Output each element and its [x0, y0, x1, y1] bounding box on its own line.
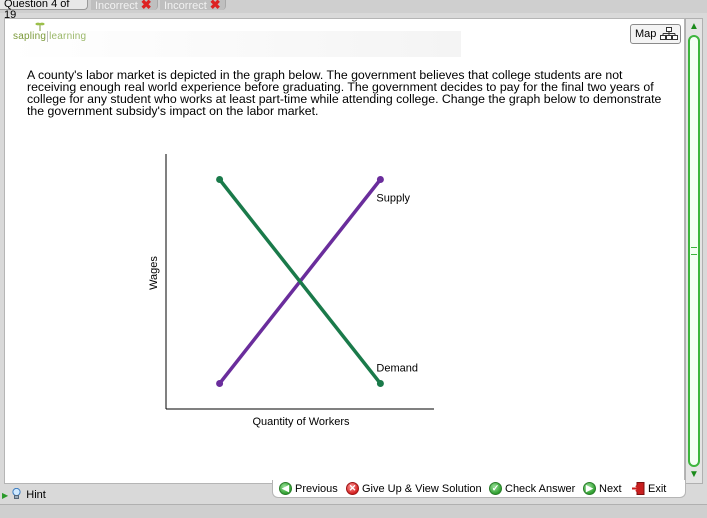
next-button[interactable]: ▶ Next [583, 482, 622, 496]
previous-icon: ◀ [279, 482, 292, 495]
map-button-label: Map [635, 28, 657, 40]
bottom-strip [0, 504, 707, 518]
logo-text-part1: sapling [13, 31, 47, 42]
tab-incorrect-1[interactable]: Incorrect ✖ [91, 0, 158, 12]
scroll-thumb[interactable] [688, 35, 700, 467]
give-up-icon: ✕ [346, 482, 359, 495]
tab-label: Incorrect [164, 0, 207, 12]
incorrect-x-icon: ✖ [209, 0, 221, 12]
supply-endpoint-1[interactable] [216, 380, 224, 387]
exit-door-icon [632, 482, 645, 495]
demand-label: Demand [376, 363, 418, 375]
tab-incorrect-2[interactable]: Incorrect ✖ [160, 0, 226, 12]
exit-label: Exit [648, 483, 667, 495]
previous-button[interactable]: ◀ Previous [279, 482, 338, 496]
incorrect-x-icon: ✖ [140, 0, 152, 12]
vertical-scrollbar[interactable]: ▲ ▼ [685, 18, 703, 484]
next-label: Next [599, 483, 622, 495]
checkmark-icon: ✓ [489, 482, 502, 495]
series-layer: Supply Demand [216, 176, 418, 387]
scroll-up-arrow-icon[interactable]: ▲ [686, 20, 702, 34]
question-text: A county's labor market is depicted in t… [27, 68, 662, 118]
check-answer-label: Check Answer [505, 483, 576, 495]
sitemap-icon [660, 27, 678, 40]
map-button[interactable]: Map [630, 24, 681, 44]
question-tab-bar: Question 4 of 19 Incorrect ✖ Incorrect ✖ [0, 0, 707, 21]
sprout-icon [35, 22, 45, 31]
y-axis-label: Wages [148, 256, 160, 290]
question-panel: sapling learning Map A county's labor mar… [4, 18, 685, 484]
x-axis-label: Quantity of Workers [253, 416, 350, 428]
exit-button[interactable]: Exit [631, 482, 666, 496]
previous-label: Previous [295, 483, 338, 495]
grip-icon [691, 247, 697, 255]
demand-endpoint-2[interactable] [376, 380, 384, 387]
give-up-button[interactable]: ✕ Give Up & View Solution [346, 482, 482, 496]
logo-text-part2: learning [49, 31, 87, 42]
sapling-learning-logo: sapling learning [13, 22, 87, 42]
scroll-down-arrow-icon[interactable]: ▼ [686, 468, 702, 482]
lightbulb-icon [12, 488, 21, 499]
action-toolbar: ◀ Previous ✕ Give Up & View Solution ✓ Chec… [272, 480, 686, 498]
give-up-label: Give Up & View Solution [362, 483, 482, 495]
demand-endpoint-1[interactable] [216, 176, 224, 183]
check-answer-button[interactable]: ✓ Check Answer [489, 482, 575, 496]
tab-label: Incorrect [95, 0, 138, 12]
supply-endpoint-2[interactable] [376, 176, 384, 183]
tab-question-4[interactable]: Question 4 of 19 [0, 0, 88, 21]
next-icon: ▶ [583, 482, 596, 495]
expand-arrow-icon: ▶ [2, 491, 9, 500]
labor-market-graph[interactable]: Wages Quantity of Workers Supply Demand [133, 136, 463, 446]
hint-label: Hint [26, 489, 46, 501]
hint-button[interactable]: ▶ Hint [0, 488, 46, 502]
supply-label: Supply [376, 193, 410, 205]
